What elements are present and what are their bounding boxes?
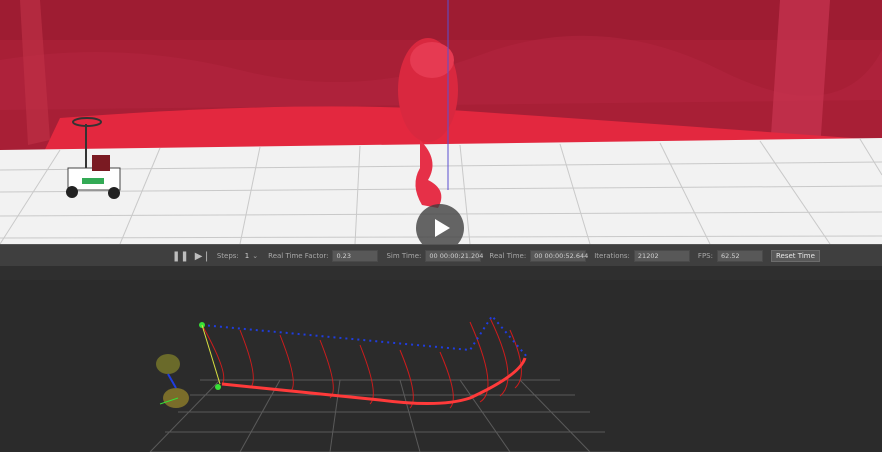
fps-value: 62.52 bbox=[716, 250, 763, 262]
fps-group: FPS: 62.52 bbox=[698, 250, 767, 262]
iterations-group: Iterations: 21202 bbox=[594, 250, 694, 262]
steps-label: Steps: bbox=[216, 252, 239, 260]
play-icon bbox=[434, 219, 450, 237]
pause-icon[interactable]: ❚❚ bbox=[172, 251, 189, 262]
reset-time-button[interactable]: Reset Time bbox=[770, 250, 820, 262]
fps-label: FPS: bbox=[697, 252, 713, 260]
play-button[interactable] bbox=[416, 204, 464, 244]
real-time-label: Real Time: bbox=[489, 252, 527, 260]
simulation-toolbar: ❚❚ ▶❘ Steps: 1 ⌄ Real Time Factor: 0.23 … bbox=[0, 244, 882, 267]
sim-time-group: Sim Time: 00 00:00:21.204 bbox=[386, 250, 485, 262]
rviz-trajectory-view[interactable] bbox=[0, 280, 882, 452]
gazebo-scene-view[interactable] bbox=[0, 0, 882, 244]
steps-group: Steps: 1 ⌄ bbox=[217, 252, 258, 260]
panel-divider bbox=[0, 266, 882, 280]
sim-time-label: Sim Time: bbox=[386, 252, 422, 260]
trajectory-graphic bbox=[149, 314, 620, 452]
iterations-value: 21202 bbox=[633, 250, 690, 262]
rtf-label: Real Time Factor: bbox=[268, 252, 329, 260]
real-time-group: Real Time: 00 00:00:52.644 bbox=[489, 250, 590, 262]
step-icon[interactable]: ▶❘ bbox=[195, 251, 211, 262]
rtf-group: Real Time Factor: 0.23 bbox=[268, 250, 382, 262]
chevron-down-icon[interactable]: ⌄ bbox=[252, 252, 258, 260]
rtf-value: 0.23 bbox=[332, 250, 379, 262]
iterations-label: Iterations: bbox=[594, 252, 630, 260]
real-time-value: 00 00:00:52.644 bbox=[530, 250, 588, 262]
steps-value[interactable]: 1 bbox=[245, 252, 249, 260]
sim-time-value: 00 00:00:21.204 bbox=[425, 250, 483, 262]
